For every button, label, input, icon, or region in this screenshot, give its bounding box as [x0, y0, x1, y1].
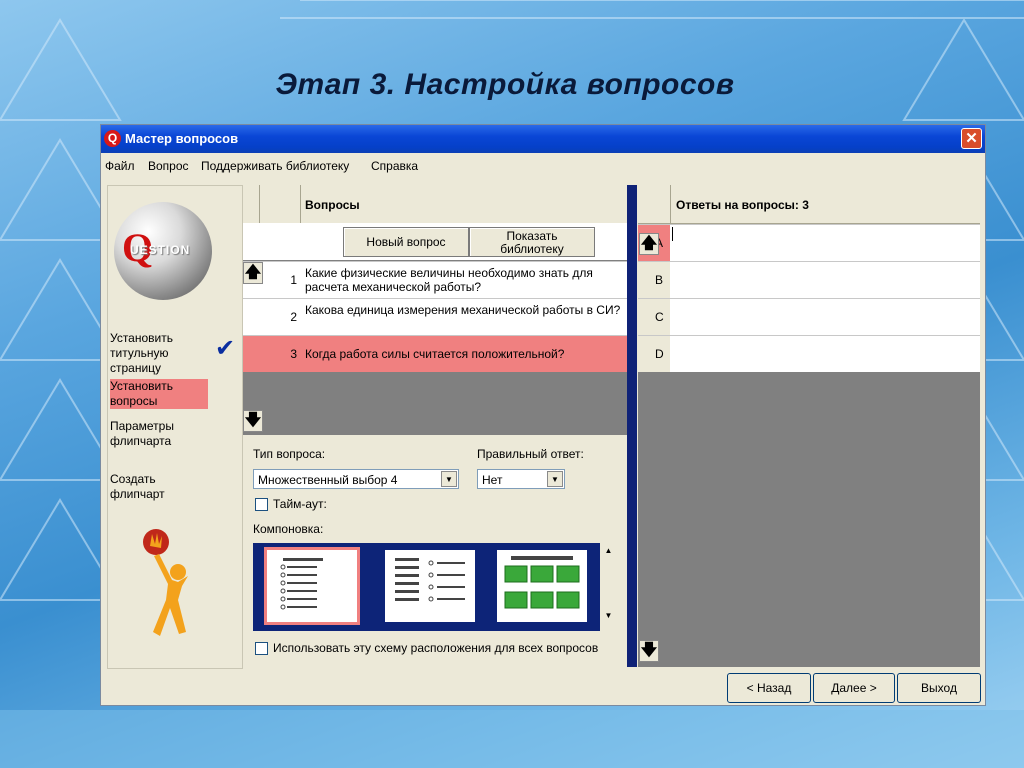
layout-list-icon: [280, 558, 323, 610]
layout-label: Компоновка:: [253, 522, 324, 536]
questions-header: Вопросы: [243, 185, 627, 224]
new-question-button[interactable]: Новый вопрос: [343, 227, 469, 257]
menu-bar: Файл Вопрос Поддерживать библиотеку Спра…: [101, 153, 985, 177]
checkmark-icon: ✔: [215, 335, 236, 362]
question-settings: Тип вопроса: Множественный выбор 4 ▼ Прав…: [243, 435, 627, 667]
layout-two-column-icon: [395, 558, 465, 602]
step-flipchart-params[interactable]: Параметры флипчарта: [110, 419, 174, 449]
step-title-page[interactable]: Установить титульную страницу: [110, 331, 173, 376]
logo-text: UESTION: [130, 243, 191, 257]
layout-scrollbar[interactable]: ▲ ▼: [600, 543, 617, 631]
question-row-selected[interactable]: 3 Когда работа силы считается положитель…: [243, 335, 627, 372]
mascot-figure-icon: [143, 529, 188, 636]
question-row[interactable]: 2 Какова единица измерения механической …: [243, 298, 627, 335]
app-icon: Q: [104, 130, 121, 147]
layout-gallery: ▲ ▼: [253, 543, 617, 631]
correct-answer-label: Правильный ответ:: [477, 447, 584, 461]
layout-image-grid-icon: [504, 556, 580, 609]
question-type-label: Тип вопроса:: [253, 447, 326, 461]
scroll-up-icon: ▲: [604, 546, 613, 555]
step-questions[interactable]: Установить вопросы: [110, 379, 208, 409]
back-button[interactable]: < Назад: [727, 673, 811, 703]
wizard-window: Q Мастер вопросов ✕ Файл Вопрос Поддержи…: [101, 125, 985, 705]
slide-title: Этап 3. Настройка вопросов: [275, 68, 735, 101]
step-create-flipchart[interactable]: Создать флипчарт: [110, 472, 165, 502]
answer-row[interactable]: D: [638, 335, 980, 372]
move-down-arrow-icon[interactable]: 🡇: [243, 410, 263, 432]
answer-letter-cell: B: [638, 262, 670, 298]
correct-answer-select[interactable]: Нет ▼: [477, 469, 565, 489]
menu-help[interactable]: Справка: [371, 159, 418, 173]
questions-toolbar: Новый вопрос Показать библиотеку: [243, 223, 627, 260]
answer-letter-cell: C: [638, 299, 670, 335]
answer-row[interactable]: A: [638, 224, 980, 261]
menu-file[interactable]: Файл: [105, 159, 135, 173]
chevron-down-icon: ▼: [547, 471, 563, 487]
layout-image-grid-thumbnail[interactable]: [497, 550, 587, 622]
menu-question[interactable]: Вопрос: [148, 159, 189, 173]
answers-grid: Ответы на вопросы: 3 A B C D 🡅 🡇: [638, 185, 980, 667]
scroll-down-icon: ▼: [604, 611, 613, 620]
questions-header-label: Вопросы: [305, 198, 360, 212]
answer-row[interactable]: C: [638, 298, 980, 335]
answer-row[interactable]: B: [638, 261, 980, 298]
question-logo: Q UESTION: [114, 202, 212, 300]
answers-down-arrow-icon[interactable]: 🡇: [639, 640, 659, 662]
show-library-button[interactable]: Показать библиотеку: [469, 227, 595, 257]
panel-divider: [627, 185, 637, 667]
use-for-all-checkbox[interactable]: [255, 642, 268, 655]
layout-list-thumbnail[interactable]: [264, 547, 360, 625]
use-for-all-label: Использовать эту схему расположения для …: [273, 641, 599, 655]
window-title: Мастер вопросов: [125, 131, 239, 146]
chevron-down-icon: ▼: [441, 471, 457, 487]
close-button[interactable]: ✕: [961, 128, 982, 149]
answer-letter-cell: D: [638, 336, 670, 372]
answers-header-label: Ответы на вопросы: 3: [676, 198, 809, 212]
wizard-steps-panel: Q UESTION Установить титульную страницу ✔ …: [107, 185, 243, 669]
answers-header: Ответы на вопросы: 3: [638, 185, 980, 224]
question-row[interactable]: 1 Какие физические величины необходимо з…: [243, 261, 627, 298]
text-cursor: [672, 227, 673, 241]
question-type-select[interactable]: Множественный выбор 4 ▼: [253, 469, 459, 489]
timeout-label: Тайм-аут:: [273, 497, 327, 511]
title-bar[interactable]: Q Мастер вопросов ✕: [101, 125, 985, 153]
menu-library[interactable]: Поддерживать библиотеку: [201, 159, 349, 173]
layout-two-column-thumbnail[interactable]: [385, 550, 475, 622]
timeout-checkbox[interactable]: [255, 498, 268, 511]
answers-up-arrow-icon[interactable]: 🡅: [639, 233, 659, 255]
next-button[interactable]: Далее >: [813, 673, 895, 703]
exit-button[interactable]: Выход: [897, 673, 981, 703]
move-up-arrow-icon[interactable]: 🡅: [243, 262, 263, 284]
questions-grid: Вопросы Новый вопрос Показать библиотеку …: [243, 185, 627, 435]
